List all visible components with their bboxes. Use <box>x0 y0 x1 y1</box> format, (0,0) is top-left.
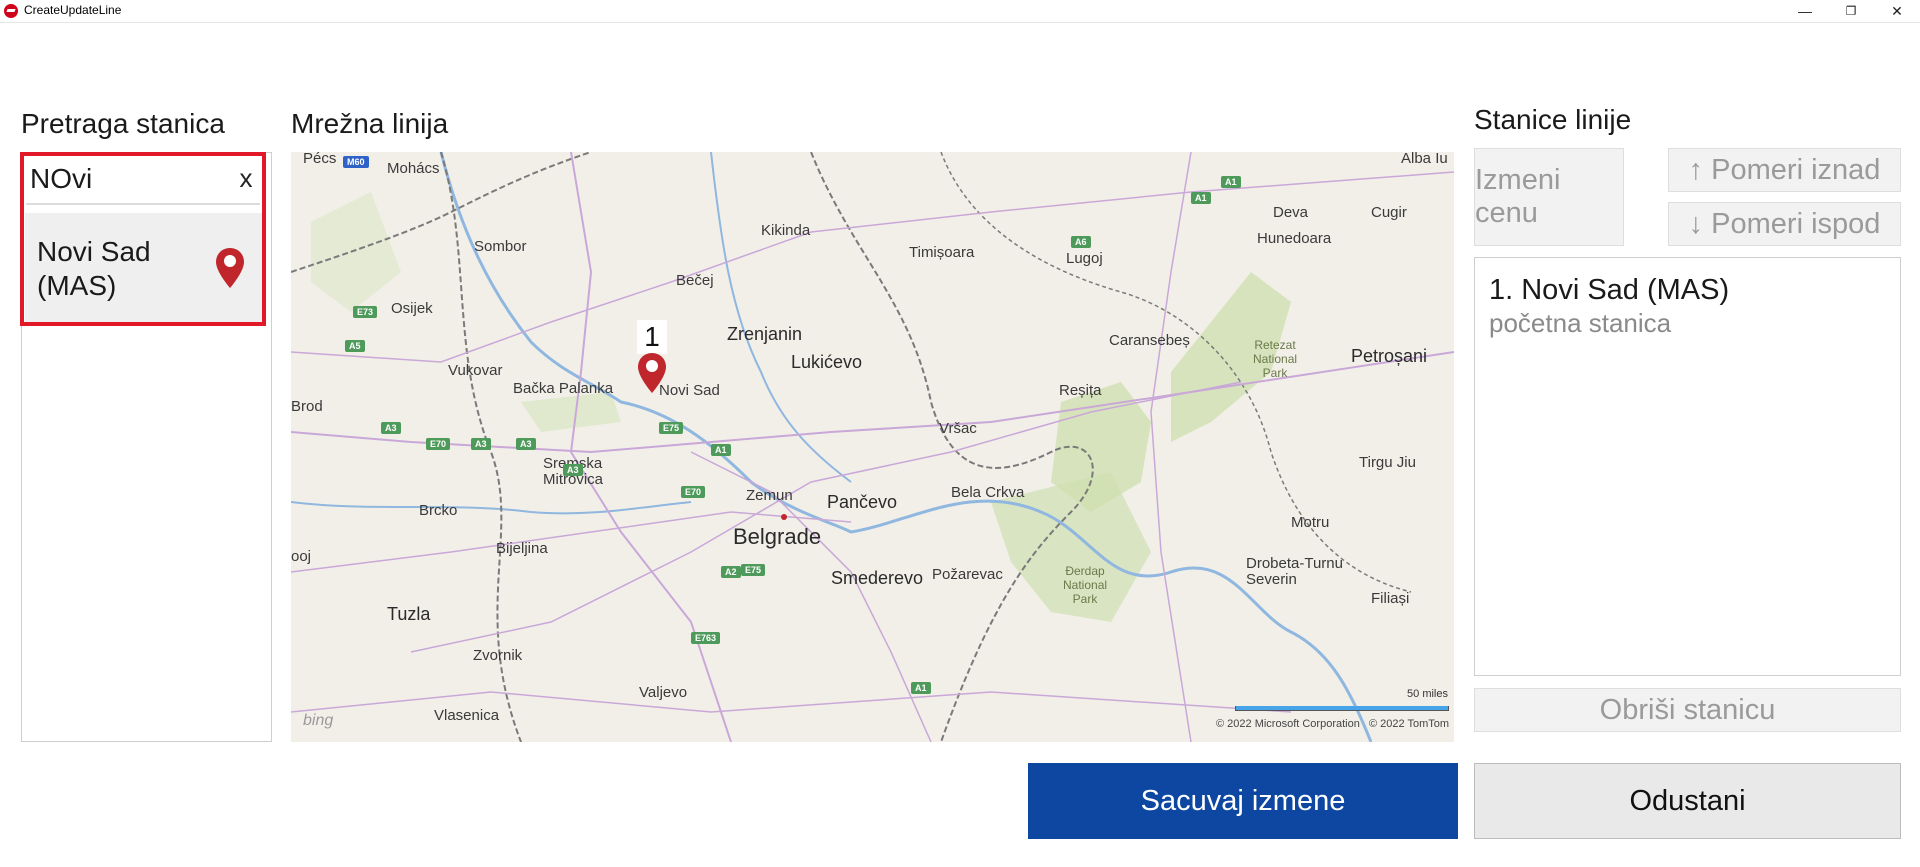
move-up-button[interactable]: ↑ Pomeri iznad <box>1668 148 1901 192</box>
map-label-mohacs: Mohács <box>387 160 440 177</box>
map-label-vrsac: Vršac <box>939 420 977 437</box>
map-label-vlasenica: Vlasenica <box>434 707 500 724</box>
map-label-pancevo: Pančevo <box>827 492 898 512</box>
map-label-becej: Bečej <box>676 272 714 289</box>
minimize-button[interactable]: — <box>1782 0 1828 22</box>
search-result-item[interactable]: Novi Sad (MAS) <box>25 213 262 322</box>
search-section-title: Pretraga stanica <box>21 108 225 139</box>
map-label-alba-iu: Alba Iu <box>1401 152 1448 167</box>
search-underline <box>26 203 260 205</box>
map-label-hunedoara: Hunedoara <box>1257 230 1332 247</box>
map-scale-bar <box>1235 706 1449 711</box>
map-label-motru: Motru <box>1291 514 1330 531</box>
restore-button[interactable]: ❐ <box>1828 0 1874 22</box>
map-copyright-microsoft: © 2022 Microsoft Corporation <box>1216 718 1360 730</box>
station-marker-number: 1 <box>637 320 667 354</box>
line-stations-title: Stanice linije <box>1474 104 1632 135</box>
map-label-lugoj: Lugoj <box>1066 250 1103 267</box>
map-label-tirgu-jiu: Tirgu Jiu <box>1359 454 1416 471</box>
cancel-button[interactable]: Odustani <box>1474 763 1901 839</box>
map-pin-icon <box>216 248 244 288</box>
window-title: CreateUpdateLine <box>24 3 122 17</box>
map-label-pecs: Pécs <box>303 152 337 167</box>
search-input[interactable] <box>28 158 232 200</box>
station-item-note: početna stanica <box>1489 308 1672 338</box>
station-marker-pin-icon[interactable] <box>636 352 668 394</box>
map-label-lukicevo: Lukićevo <box>791 352 863 372</box>
bing-logo: bing <box>303 712 334 729</box>
map-label-cugir: Cugir <box>1371 204 1407 221</box>
map-label-backa-palanka: Bačka Palanka <box>513 380 614 397</box>
map-label-deva: Deva <box>1273 204 1309 221</box>
map-label-smederevo: Smederevo <box>831 568 924 588</box>
map-section-title: Mrežna linija <box>291 108 449 139</box>
app-logo-icon <box>4 4 18 18</box>
clear-search-button[interactable]: x <box>234 160 258 196</box>
map-label-zrenjanin: Zrenjanin <box>727 324 803 344</box>
station-item-name[interactable]: 1. Novi Sad (MAS) <box>1489 274 1729 307</box>
map-label-osijek: Osijek <box>391 300 433 317</box>
map-label-sombor: Sombor <box>474 238 527 255</box>
save-changes-button[interactable]: Sacuvaj izmene <box>1028 763 1458 839</box>
map-label-belgrade: Belgrade <box>733 524 822 549</box>
move-down-button[interactable]: ↓ Pomeri ispod <box>1668 202 1901 246</box>
map-label-kikinda: Kikinda <box>761 222 811 239</box>
delete-station-button[interactable]: Obriši stanicu <box>1474 688 1901 732</box>
map-label-pozarevac: Požarevac <box>932 566 1003 583</box>
title-bar: CreateUpdateLine — ❐ ✕ <box>0 0 1920 23</box>
map-label-caransebes: Caransebeș <box>1109 332 1190 349</box>
result-label: Novi Sad (MAS) <box>37 236 151 301</box>
map-label-bela-crkva: Bela Crkva <box>951 484 1025 501</box>
map-copyright-tomtom: © 2022 TomTom <box>1369 718 1450 730</box>
map-label-valjevo: Valjevo <box>639 684 688 701</box>
map-label-vukovar: Vukovar <box>448 362 503 379</box>
map-label-novi-sad: Novi Sad <box>659 382 720 399</box>
map-label-ooj: ooj <box>291 548 312 565</box>
map-label-tuzla: Tuzla <box>387 604 431 624</box>
close-button[interactable]: ✕ <box>1874 0 1920 22</box>
map-label-resita: Reșița <box>1059 382 1102 399</box>
network-line-map[interactable]: Pécs Mohács Sombor Osijek Kikinda Bečej … <box>291 152 1454 742</box>
map-scale-label: 50 miles <box>1407 688 1448 700</box>
map-label-petrosani: Petroșani <box>1351 346 1428 366</box>
map-label-zvornik: Zvornik <box>473 647 523 664</box>
map-label-drobeta: Drobeta-Turnu Severin <box>1246 555 1343 588</box>
map-label-brod: Brod <box>291 398 323 415</box>
map-label-timisoara: Timișoara <box>909 244 975 261</box>
map-label-bijeljina: Bijeljina <box>496 540 548 557</box>
map-label-filiasi: Filiași <box>1371 590 1410 607</box>
edit-price-button[interactable]: Izmeni cenu <box>1474 148 1624 246</box>
line-stations-list[interactable]: 1. Novi Sad (MAS) početna stanica <box>1474 257 1901 676</box>
map-label-zemun: Zemun <box>746 487 793 504</box>
map-label-brcko: Brcko <box>419 502 458 519</box>
map-label-derdap-park: Đerdap National Park <box>1063 564 1108 606</box>
map-label-retezat-park: Retezat National Park <box>1253 338 1298 380</box>
